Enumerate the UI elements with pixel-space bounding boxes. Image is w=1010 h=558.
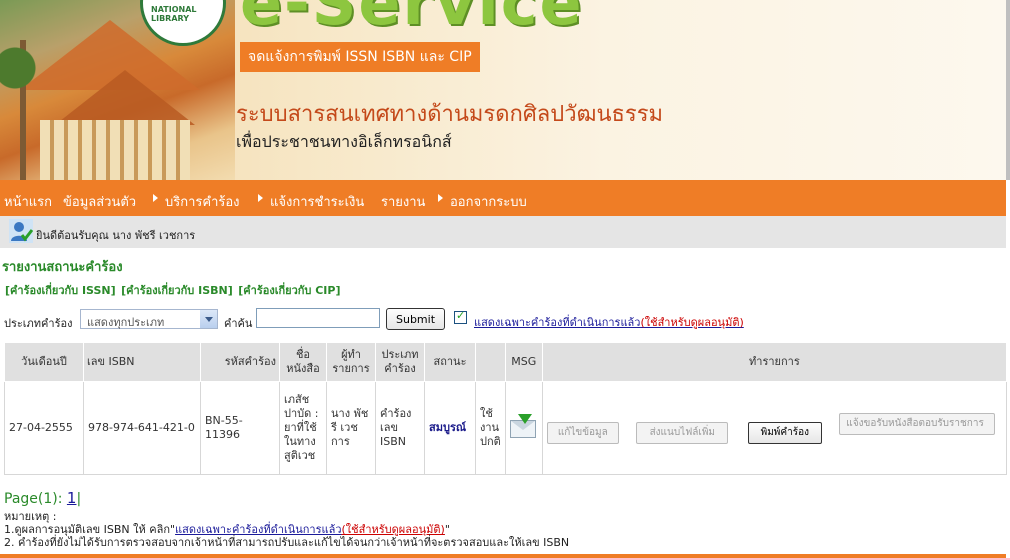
pagination: Page(1): 1| [4, 489, 82, 507]
system-title: ระบบสารสนเทศทางด้านมรดกศิลปวัฒนธรรม [236, 102, 664, 127]
cell-requester: นาง พัชรี เวชการ [326, 381, 376, 475]
footer-bar [0, 554, 1006, 558]
col-status: สถานะ [424, 342, 476, 382]
request-type-links: [คำร้องเกี่ยวกับ ISSN] [คำร้องเกี่ยวกับ … [5, 281, 342, 299]
col-request-type: ประเภทคำร้อง [375, 342, 425, 382]
link-issn-requests[interactable]: [คำร้องเกี่ยวกับ ISSN] [5, 284, 116, 297]
request-type-select[interactable]: แสดงทุกประเภท [80, 309, 218, 329]
nav-arrow-icon [258, 194, 263, 202]
search-label: คำค้น [224, 317, 253, 330]
col-usage [475, 342, 506, 382]
nav-request-service[interactable]: บริการคำร้อง [165, 191, 240, 212]
completed-only-note-link[interactable]: แสดงเฉพาะคำร้องที่ดำเนินการแล้ว(ใช้สำหรั… [175, 523, 445, 536]
submit-button[interactable]: Submit [386, 308, 445, 330]
attach-file-button[interactable]: ส่งแนบไฟล์เพิ่ม [636, 421, 729, 444]
cell-request-type: คำร้องเลข ISBN [375, 381, 425, 475]
eservice-logo: e-Service [240, 0, 584, 39]
print-request-button[interactable]: พิมพ์คำร้อง [747, 421, 822, 444]
nav-home[interactable]: หน้าแรก [4, 191, 52, 212]
cell-book-title: เภสัชปาบัด : ยาที่ใช้ในทางสูติเวช [279, 381, 327, 475]
request-reply-letter-button[interactable]: แจ้งขอรับหนังสือตอบรับราชการ [839, 412, 996, 435]
cell-request-id: BN-55-11396 [200, 381, 280, 475]
chevron-down-icon[interactable] [200, 310, 217, 328]
user-check-icon [9, 219, 33, 243]
col-date: วันเดือนปี [4, 342, 84, 382]
filter-bar: ประเภทคำร้อง แสดงทุกประเภท คำค้น Submit … [0, 308, 1006, 332]
col-requester: ผู้ทำรายการ [326, 342, 376, 382]
tagline-badge: จดแจ้งการพิมพ์ ISSN ISBN และ CIP [240, 42, 480, 72]
col-request-id: รหัสคำร้อง [200, 342, 280, 382]
pager-label: Page(1): [4, 491, 63, 507]
note-line-1: 1.ดูผลการอนุมัติเลข ISBN ให้ คลิก"แสดงเฉ… [4, 523, 450, 536]
scrollbar-edge [1006, 0, 1010, 180]
table-row: 27-04-2555 978-974-641-421-0 BN-55-11396… [4, 381, 1008, 475]
link-isbn-requests[interactable]: [คำร้องเกี่ยวกับ ISBN] [121, 284, 233, 297]
cell-isbn: 978-974-641-421-0 [83, 381, 201, 475]
message-download-icon[interactable] [509, 414, 536, 438]
note-line-2: 2. คำร้องที่ยังไม่ได้รับการตรวจสอบจากเจ้… [4, 536, 570, 549]
cell-actions: แก้ไขข้อมูล ส่งแนบไฟล์เพิ่ม พิมพ์คำร้อง … [541, 381, 1008, 475]
nav-logout[interactable]: ออกจากระบบ [450, 191, 527, 212]
completed-only-checkbox[interactable] [454, 309, 467, 324]
col-isbn: เลข ISBN [83, 342, 201, 382]
welcome-bar: ยินดีต้อนรับคุณ นาง พัชรี เวชการ [0, 216, 1006, 248]
col-book-title: ชื่อหนังสือ [279, 342, 327, 382]
nav-arrow-icon [153, 194, 158, 202]
nav-payment-notice[interactable]: แจ้งการชำระเงิน [270, 191, 364, 212]
edit-data-button[interactable]: แก้ไขข้อมูล [546, 421, 619, 444]
cell-usage: ใช้งานปกติ [475, 381, 506, 475]
link-cip-requests[interactable]: [คำร้องเกี่ยวกับ CIP] [238, 284, 340, 297]
palm-tree-graphic [0, 40, 50, 180]
page-title: รายงานสถานะคำร้อง [2, 260, 123, 275]
nav-report[interactable]: รายงาน [381, 191, 425, 212]
notes: หมายเหตุ : 1.ดูผลการอนุมัติเลข ISBN ให้ … [4, 510, 569, 549]
page-link-1[interactable]: 1 [67, 489, 77, 507]
cell-msg [504, 381, 543, 475]
table-header-row: วันเดือนปี เลข ISBN รหัสคำร้อง ชื่อหนังส… [4, 342, 1008, 382]
cell-date: 27-04-2555 [4, 381, 84, 475]
col-msg: MSG [504, 342, 543, 382]
col-actions: ทำรายการ [541, 342, 1008, 382]
temple-roof-graphic [55, 70, 195, 125]
nav-arrow-icon [438, 194, 443, 202]
main-nav: หน้าแรก ข้อมูลส่วนตัว บริการคำร้อง แจ้งก… [0, 180, 1006, 216]
request-type-label: ประเภทคำร้อง [4, 317, 73, 330]
nav-profile[interactable]: ข้อมูลส่วนตัว [63, 191, 136, 212]
request-status-table: วันเดือนปี เลข ISBN รหัสคำร้อง ชื่อหนังส… [4, 342, 1008, 475]
welcome-text: ยินดีต้อนรับคุณ นาง พัชรี เวชการ [36, 229, 196, 242]
cell-status: สมบูรณ์ [424, 381, 476, 475]
notes-heading: หมายเหตุ : [4, 510, 57, 523]
search-input[interactable] [256, 308, 380, 328]
system-subtitle: เพื่อประชาชนทางอิเล็กทรอนิกส์ [236, 132, 452, 151]
completed-only-label[interactable]: แสดงเฉพาะคำร้องที่ดำเนินการแล้ว(ใช้สำหรั… [474, 313, 744, 331]
header-banner: NATIONAL LIBRARY e-Service จดแจ้งการพิมพ… [0, 0, 1010, 180]
temple-pillars-graphic [40, 120, 190, 180]
